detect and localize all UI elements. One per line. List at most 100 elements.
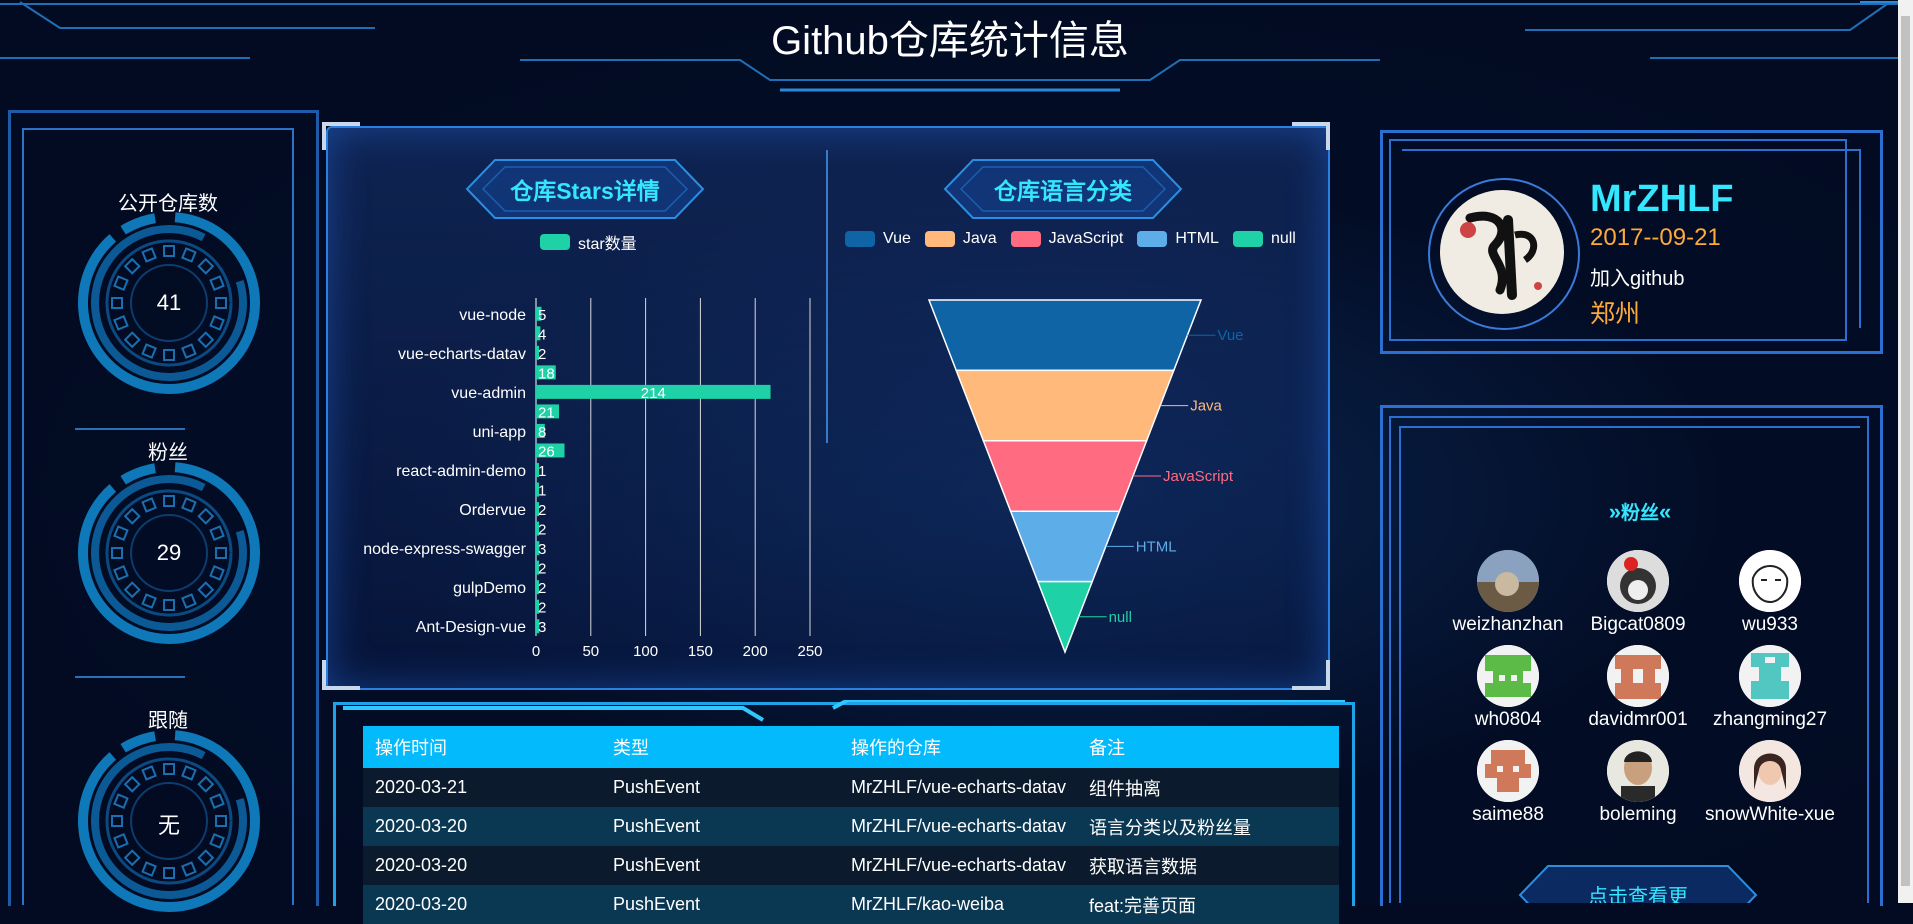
table-cell: 2020-03-20 — [375, 894, 468, 914]
scrollbar-thumb[interactable] — [1901, 16, 1910, 886]
x-tick-label: 50 — [582, 643, 599, 660]
bar-value-label: 214 — [641, 385, 666, 402]
legend-label: Java — [962, 230, 997, 247]
follower-item[interactable]: davidmr001 — [1568, 645, 1708, 730]
stat-value-following: 无 — [157, 813, 180, 838]
chevron-left-icon: « — [1659, 499, 1672, 524]
follower-item[interactable]: saime88 — [1438, 740, 1578, 825]
follower-avatar[interactable] — [1477, 740, 1539, 802]
table-cell: PushEvent — [613, 894, 701, 914]
activity-table: 操作时间 类型 操作的仓库 备注 2020-03-21 PushEvent Mr… — [363, 726, 1339, 924]
follower-avatar[interactable] — [1739, 740, 1801, 802]
lang-chart-title: 仓库语言分类 — [943, 156, 1183, 222]
y-category-label: Ant-Design-vue — [416, 619, 526, 636]
profile-joined-text: 加入github — [1590, 268, 1685, 290]
follower-name[interactable]: snowWhite-xue — [1700, 804, 1840, 825]
followers-title: »粉丝« — [1590, 498, 1690, 525]
profile-name: MrZHLF — [1590, 178, 1734, 220]
legend-label: null — [1270, 230, 1296, 247]
follower-name[interactable]: Bigcat0809 — [1568, 614, 1708, 635]
page-title: Github仓库统计信息 — [771, 19, 1129, 63]
table-cell: 2020-03-20 — [375, 816, 468, 836]
bar-value-label: 2 — [538, 522, 546, 539]
follower-item[interactable]: wu933 — [1700, 550, 1840, 635]
funnel-label: Vue — [1217, 327, 1243, 344]
bar-value-label: 3 — [538, 619, 546, 636]
follower-item[interactable]: weizhanzhan — [1438, 550, 1578, 635]
bar-value-label: 2 — [538, 600, 546, 617]
table-header-cell: 操作时间 — [375, 738, 447, 758]
table-row: 2020-03-21 PushEvent MrZHLF/vue-echarts-… — [363, 768, 1339, 807]
follower-name[interactable]: boleming — [1568, 804, 1708, 825]
y-category-label: vue-node — [459, 307, 526, 324]
follower-avatar[interactable] — [1607, 550, 1669, 612]
follower-item[interactable]: Bigcat0809 — [1568, 550, 1708, 635]
legend-label: Vue — [883, 230, 911, 247]
profile-date: 2017--09-21 — [1590, 224, 1721, 251]
follower-name[interactable]: zhangming27 — [1700, 709, 1840, 730]
legend-swatch — [924, 231, 955, 247]
legend-label: star数量 — [578, 236, 637, 253]
table-cell: MrZHLF/vue-echarts-datav — [851, 855, 1067, 875]
legend-swatch — [540, 234, 570, 250]
follower-item[interactable]: snowWhite-xue — [1700, 740, 1840, 825]
follower-name[interactable]: wh0804 — [1438, 709, 1578, 730]
table-cell: 2020-03-21 — [375, 777, 468, 797]
table-cell: MrZHLF/vue-echarts-datav — [851, 816, 1067, 836]
view-more-label[interactable]: 点击查看更 — [1518, 880, 1758, 903]
table-cell: feat:完善页面 — [1089, 895, 1197, 916]
follower-avatar[interactable] — [1477, 550, 1539, 612]
view-more-button[interactable]: 点击查看更 — [1518, 862, 1758, 903]
funnel-label: null — [1109, 609, 1132, 626]
stars-legend: star数量 — [540, 230, 637, 254]
bar-value-label: 2 — [538, 561, 546, 578]
follower-avatar[interactable] — [1739, 550, 1801, 612]
bar-value-label: 5 — [538, 307, 546, 324]
bar-value-label: 3 — [538, 541, 546, 558]
legend-label: HTML — [1175, 230, 1219, 247]
legend-swatch — [845, 231, 875, 247]
follower-item[interactable]: boleming — [1568, 740, 1708, 825]
follower-item[interactable]: zhangming27 — [1700, 645, 1840, 730]
lang-funnel-chart: Vue Java JavaScript HTML null — [927, 299, 1244, 655]
stars-chart-title: 仓库Stars详情 — [465, 156, 705, 222]
funnel-segment — [1009, 510, 1121, 583]
table-header-cell: 类型 — [613, 738, 649, 758]
bar-value-label: 18 — [538, 365, 555, 382]
profile-city: 郑州 — [1590, 300, 1641, 328]
y-category-label: vue-echarts-datav — [398, 346, 526, 363]
follower-avatar[interactable] — [1607, 740, 1669, 802]
x-tick-label: 0 — [532, 643, 540, 660]
bar-value-label: 8 — [538, 424, 546, 441]
table-cell: MrZHLF/kao-weiba — [851, 894, 1005, 914]
follower-item[interactable]: wh0804 — [1438, 645, 1578, 730]
x-tick-label: 100 — [633, 643, 658, 660]
funnel-label: JavaScript — [1163, 468, 1234, 485]
funnel-label: HTML — [1136, 538, 1177, 555]
follower-avatar[interactable] — [1607, 645, 1669, 707]
legend-swatch — [1010, 231, 1041, 247]
x-tick-label: 150 — [688, 643, 713, 660]
lang-legend: Vue Java JavaScript HTML null — [845, 230, 1305, 248]
table-cell: PushEvent — [613, 855, 701, 875]
follower-avatar[interactable] — [1739, 645, 1801, 707]
follower-name[interactable]: davidmr001 — [1568, 709, 1708, 730]
bar-value-label: 1 — [538, 483, 546, 500]
funnel-segment — [927, 299, 1203, 372]
follower-name[interactable]: saime88 — [1438, 804, 1578, 825]
legend-swatch — [1232, 231, 1263, 247]
follower-name[interactable]: wu933 — [1700, 614, 1840, 635]
funnel-segment — [982, 440, 1148, 512]
followers-title-text: 粉丝 — [1620, 503, 1659, 524]
funnel-label: Java — [1190, 398, 1222, 415]
bar-value-label: 4 — [538, 326, 546, 343]
page-scrollbar[interactable] — [1898, 0, 1913, 903]
stat-divider — [75, 428, 185, 430]
table-cell: 语言分类以及粉丝量 — [1089, 817, 1251, 838]
bar-value-label: 2 — [538, 580, 546, 597]
follower-avatar[interactable] — [1477, 645, 1539, 707]
follower-name[interactable]: weizhanzhan — [1438, 614, 1578, 635]
stat-divider — [75, 676, 185, 678]
y-category-label: gulpDemo — [453, 580, 526, 597]
bar-value-label: 26 — [538, 443, 555, 460]
